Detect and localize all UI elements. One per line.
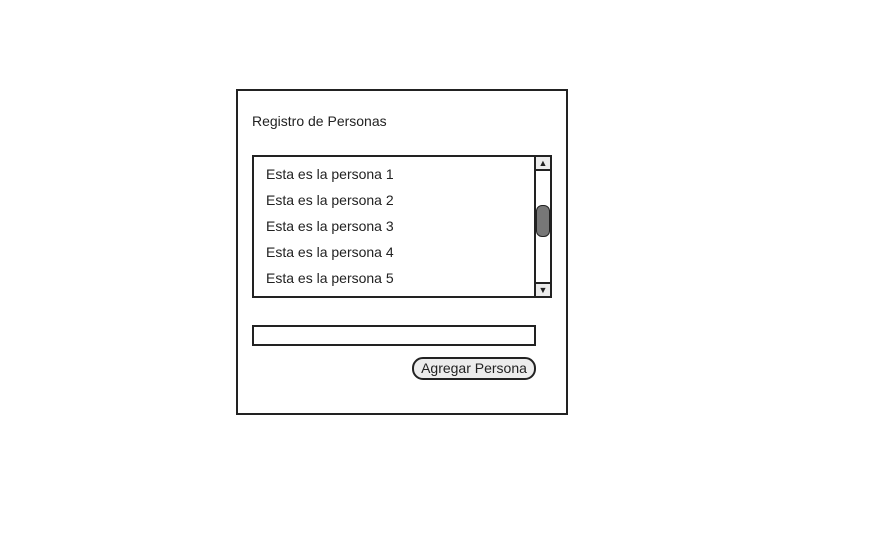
- scroll-down-icon[interactable]: ▼: [536, 282, 550, 296]
- scroll-up-icon[interactable]: ▲: [536, 157, 550, 171]
- scroll-thumb[interactable]: [536, 205, 550, 237]
- panel-title: Registro de Personas: [252, 113, 387, 129]
- list-item[interactable]: Esta es la persona 5: [266, 270, 394, 286]
- registro-panel: Registro de Personas Esta es la persona …: [236, 89, 568, 415]
- add-persona-button[interactable]: Agregar Persona: [412, 357, 536, 380]
- list-item[interactable]: Esta es la persona 3: [266, 218, 394, 234]
- list-item[interactable]: Esta es la persona 1: [266, 166, 394, 182]
- persona-name-input[interactable]: [252, 325, 536, 346]
- persona-list: Esta es la persona 1 Esta es la persona …: [254, 157, 534, 296]
- persona-listbox[interactable]: Esta es la persona 1 Esta es la persona …: [252, 155, 552, 298]
- list-item[interactable]: Esta es la persona 4: [266, 244, 394, 260]
- list-scrollbar[interactable]: ▲ ▼: [534, 157, 550, 296]
- list-item[interactable]: Esta es la persona 2: [266, 192, 394, 208]
